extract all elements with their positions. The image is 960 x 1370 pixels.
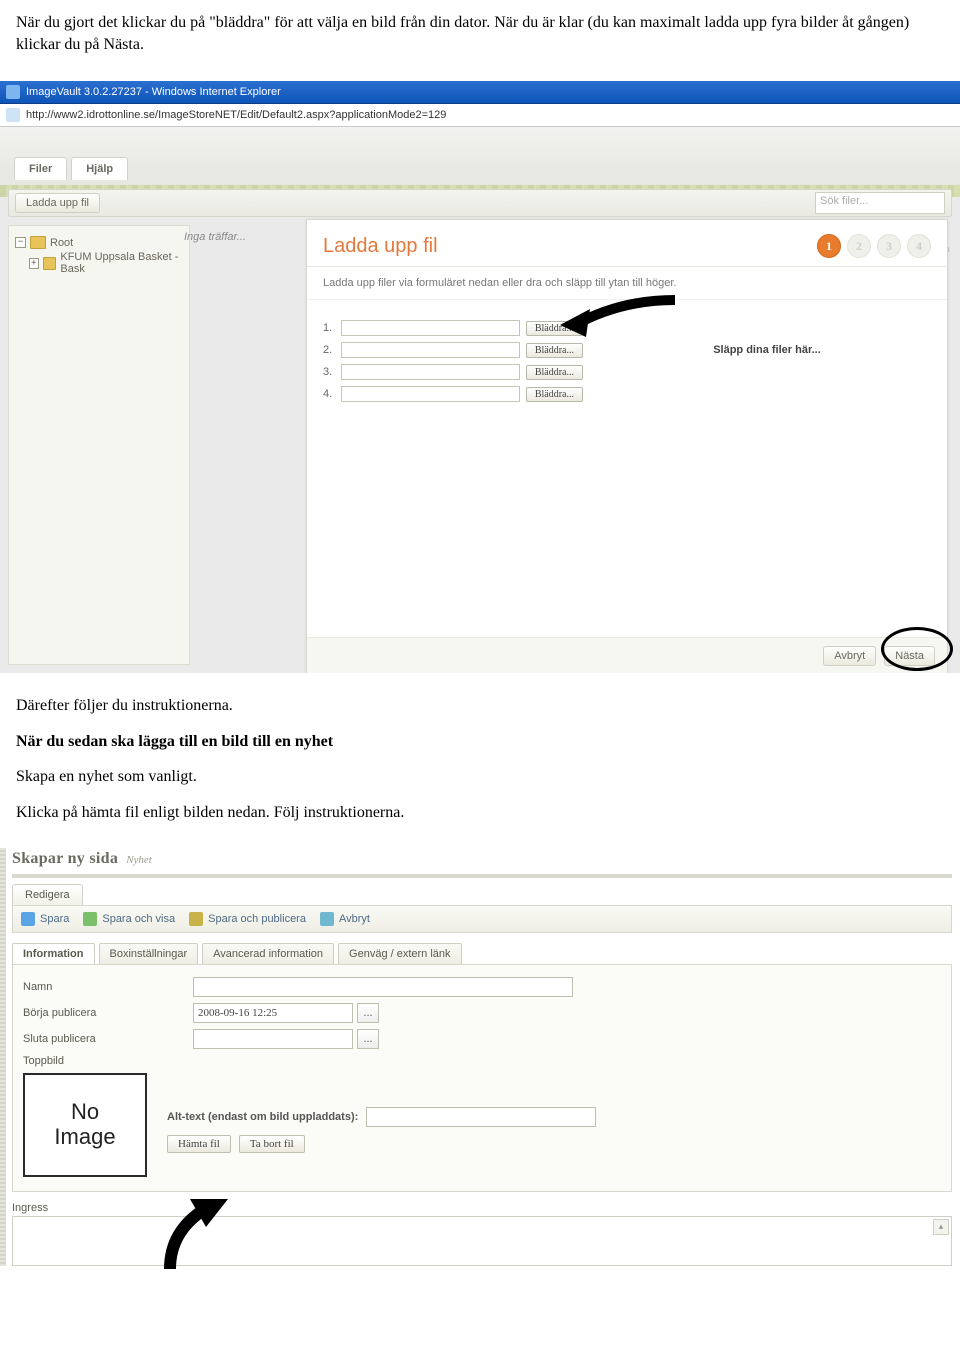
tab-advanced[interactable]: Avancerad information <box>202 943 334 964</box>
step-4: 4 <box>907 234 931 258</box>
page-type: Nyhet <box>126 854 152 866</box>
search-input[interactable]: Sök filer... <box>815 192 945 214</box>
label-stop-publish: Sluta publicera <box>23 1033 193 1045</box>
row-number: 3. <box>323 366 335 378</box>
publish-icon <box>189 912 203 926</box>
tree-child-label: KFUM Uppsala Basket - Bask <box>60 251 183 275</box>
upload-dialog: Ladda upp fil 1 2 3 4 Ladda upp filer vi… <box>306 219 948 673</box>
step-1: 1 <box>817 234 841 258</box>
save-icon <box>21 912 35 926</box>
save-show-label: Spara och visa <box>102 913 175 925</box>
stop-publish-field[interactable] <box>193 1029 353 1049</box>
doc-paragraph-5: Klicka på hämta fil enligt bilden nedan.… <box>16 802 944 824</box>
fetch-file-button[interactable]: Hämta fil <box>167 1135 231 1153</box>
tab-shortcut[interactable]: Genväg / extern länk <box>338 943 462 964</box>
start-publish-field[interactable] <box>193 1003 353 1023</box>
row-number: 4. <box>323 388 335 400</box>
label-start-publish: Börja publicera <box>23 1007 193 1019</box>
row-number: 2. <box>323 344 335 356</box>
label-top-image: Toppbild <box>23 1055 193 1067</box>
ie-page-icon <box>6 85 20 99</box>
step-2: 2 <box>847 234 871 258</box>
divider <box>12 874 952 878</box>
browse-button[interactable]: Bläddra... <box>526 387 583 402</box>
screenshot-imagevault: ImageVault 3.0.2.27237 - Windows Interne… <box>0 81 960 673</box>
remove-file-button[interactable]: Ta bort fil <box>239 1135 305 1153</box>
file-path-field[interactable] <box>341 320 520 336</box>
folder-tree-sidebar: − Root + KFUM Uppsala Basket - Bask <box>8 225 190 665</box>
save-publish-button[interactable]: Spara och publicera <box>189 912 306 926</box>
save-button[interactable]: Spara <box>21 912 69 926</box>
file-path-field[interactable] <box>341 386 520 402</box>
save-show-button[interactable]: Spara och visa <box>83 912 175 926</box>
browse-button[interactable]: Bläddra... <box>526 321 583 336</box>
label-ingress: Ingress <box>12 1202 960 1214</box>
name-field[interactable] <box>193 977 573 997</box>
upload-row: 1. Bläddra... <box>323 320 583 336</box>
expand-icon[interactable]: + <box>29 258 39 269</box>
cancel-button[interactable]: Avbryt <box>823 646 876 666</box>
browse-button[interactable]: Bläddra... <box>526 365 583 380</box>
tab-filer[interactable]: Filer <box>14 157 67 180</box>
left-gutter <box>0 848 6 1266</box>
folder-icon <box>30 236 46 249</box>
tree-child[interactable]: + KFUM Uppsala Basket - Bask <box>15 251 183 275</box>
ingress-textarea[interactable]: ▴ <box>12 1216 952 1266</box>
step-3: 3 <box>877 234 901 258</box>
cancel-label: Avbryt <box>339 913 370 925</box>
next-button[interactable]: Nästa <box>884 646 935 666</box>
doc-paragraph-1: När du gjort det klickar du på "bläddra"… <box>16 12 944 55</box>
row-number: 1. <box>323 322 335 334</box>
upload-row: 3. Bläddra... <box>323 364 583 380</box>
alt-text-field[interactable] <box>366 1107 596 1127</box>
drop-zone[interactable]: Släpp dina filer här... <box>603 314 931 637</box>
step-indicator: 1 2 3 4 <box>817 234 931 258</box>
tab-hjalp[interactable]: Hjälp <box>71 157 128 180</box>
cancel-button[interactable]: Avbryt <box>320 912 370 926</box>
save-label: Spara <box>40 913 69 925</box>
save-publish-label: Spara och publicera <box>208 913 306 925</box>
tab-redigera[interactable]: Redigera <box>12 884 83 905</box>
no-image-placeholder: No Image <box>23 1073 147 1177</box>
no-image-line2: Image <box>54 1124 115 1149</box>
date-picker-button[interactable]: ... <box>357 1003 379 1023</box>
no-hits-text: Inga träffar... <box>184 225 306 249</box>
editor-toolbar: Spara Spara och visa Spara och publicera… <box>12 905 952 933</box>
ie-url-text: http://www2.idrottonline.se/ImageStoreNE… <box>26 109 446 121</box>
collapse-icon[interactable]: − <box>15 237 26 248</box>
file-path-field[interactable] <box>341 364 520 380</box>
tab-box-settings[interactable]: Boxinställningar <box>99 943 199 964</box>
file-path-field[interactable] <box>341 342 520 358</box>
imagevault-banner <box>0 127 960 197</box>
upload-row: 4. Bläddra... <box>323 386 583 402</box>
dialog-title: Ladda upp fil <box>323 236 438 256</box>
cancel-icon <box>320 912 334 926</box>
date-picker-button[interactable]: ... <box>357 1029 379 1049</box>
screenshot-episerver: Skapar ny sida Nyhet Redigera Spara Spar… <box>0 848 960 1266</box>
ie-url-icon <box>6 108 20 122</box>
folder-icon <box>43 257 57 270</box>
doc-paragraph-2: Därefter följer du instruktionerna. <box>16 695 944 717</box>
label-alt-text: Alt-text (endast om bild uppladdats): <box>167 1111 358 1123</box>
scroll-up-icon[interactable]: ▴ <box>933 1219 949 1235</box>
dialog-subtitle: Ladda upp filer via formuläret nedan ell… <box>307 267 947 300</box>
ie-window-title: ImageVault 3.0.2.27237 - Windows Interne… <box>26 86 281 98</box>
ie-title-bar: ImageVault 3.0.2.27237 - Windows Interne… <box>0 81 960 104</box>
browse-button[interactable]: Bläddra... <box>526 343 583 358</box>
imagevault-toolbar: Ladda upp fil Sök filer... <box>8 189 952 217</box>
tab-information[interactable]: Information <box>12 943 95 964</box>
doc-paragraph-4: Skapa en nyhet som vanligt. <box>16 766 944 788</box>
tree-root-label: Root <box>50 237 73 249</box>
upload-row: 2. Bläddra... <box>323 342 583 358</box>
ie-address-bar[interactable]: http://www2.idrottonline.se/ImageStoreNE… <box>0 104 960 127</box>
label-name: Namn <box>23 981 193 993</box>
no-image-line1: No <box>71 1099 99 1124</box>
preview-icon <box>83 912 97 926</box>
upload-file-button[interactable]: Ladda upp fil <box>15 193 100 213</box>
page-title: Skapar ny sida <box>12 850 118 868</box>
tree-root[interactable]: − Root <box>15 236 183 249</box>
doc-heading: När du sedan ska lägga till en bild till… <box>16 731 944 753</box>
